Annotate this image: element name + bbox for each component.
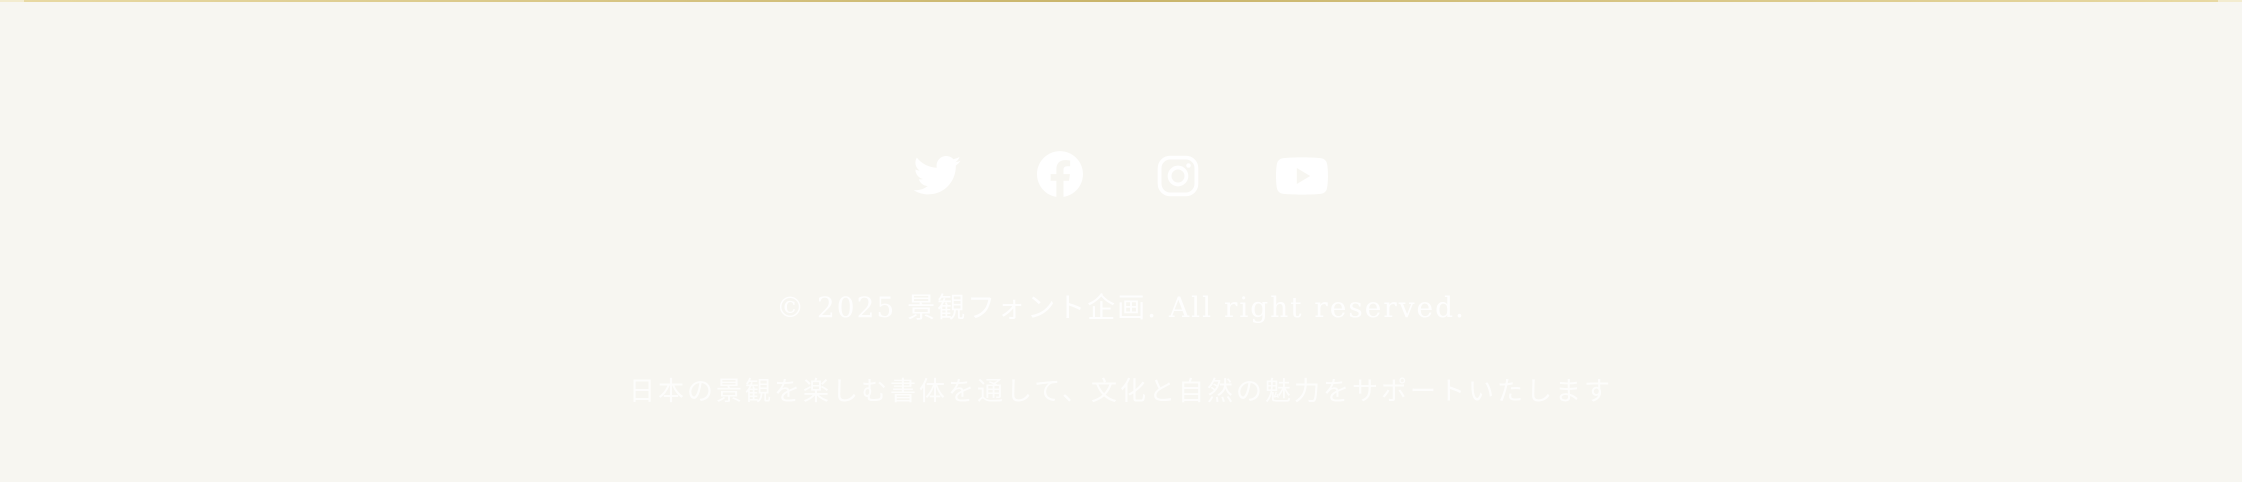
footer-top-divider xyxy=(24,0,2218,2)
instagram-icon xyxy=(1157,155,1199,197)
social-links xyxy=(0,150,2242,202)
facebook-icon xyxy=(1037,151,1083,197)
copyright-text: © 2025 景観フォント企画. All right reserved. xyxy=(776,291,1466,324)
twitter-link[interactable] xyxy=(910,150,966,202)
facebook-link[interactable] xyxy=(1034,150,1086,202)
twitter-icon xyxy=(914,156,961,195)
youtube-icon xyxy=(1276,157,1328,195)
instagram-link[interactable] xyxy=(1154,150,1202,202)
footer-tagline: 日本の景観を楽しむ書体を通して、文化と自然の魅力をサポートいたします xyxy=(629,377,1613,407)
youtube-link[interactable] xyxy=(1274,150,1330,202)
